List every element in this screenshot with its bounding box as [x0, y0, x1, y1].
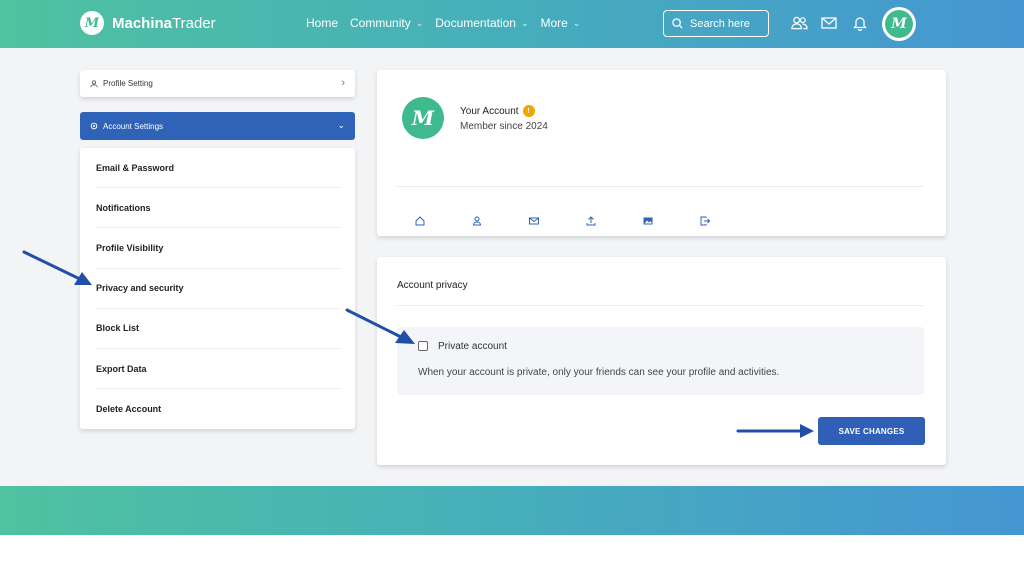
brand-name: MachinaTrader	[112, 14, 216, 32]
account-name: Your Account !	[460, 105, 535, 117]
section-title: Account privacy	[397, 280, 468, 291]
chevron-down-icon: ⌄	[337, 120, 345, 130]
logo-badge-icon: M	[80, 11, 104, 35]
chevron-down-icon: ⌄	[415, 17, 424, 28]
nav-community[interactable]: Community ⌄	[350, 16, 423, 30]
menu-item-export-data[interactable]: Export Data	[96, 349, 341, 390]
logout-icon[interactable]	[700, 216, 710, 226]
alert-badge: !	[522, 105, 535, 117]
private-account-description: When your account is private, only your …	[418, 367, 780, 378]
menu-item-email-password[interactable]: Email & Password	[96, 148, 341, 189]
account-privacy-card: Account privacy Private account When you…	[377, 257, 946, 465]
account-settings-toggle[interactable]: Account Settings ⌄	[80, 112, 355, 140]
menu-item-notifications[interactable]: Notifications	[96, 188, 341, 229]
member-since: Member since 2024	[460, 121, 548, 132]
menu-item-block-list[interactable]: Block List	[96, 309, 341, 349]
search-icon	[672, 18, 683, 29]
user-avatar[interactable]: M	[882, 7, 916, 41]
menu-item-profile-visibility[interactable]: Profile Visibility	[96, 228, 341, 269]
account-logo-icon: M	[402, 97, 444, 139]
profile-setting-label: Profile Setting	[103, 79, 153, 88]
search-input[interactable]: Search here	[663, 10, 769, 37]
annotation-arrow-icon	[736, 424, 814, 438]
users-icon[interactable]	[789, 13, 809, 33]
image-icon[interactable]	[643, 216, 653, 226]
account-settings-menu: Email & Password Notifications Profile V…	[80, 148, 355, 429]
divider	[397, 305, 924, 306]
account-tab-icons	[415, 216, 710, 226]
nav-home[interactable]: Home	[306, 16, 338, 30]
chevron-down-icon: ⌄	[572, 17, 581, 28]
user-icon[interactable]	[472, 216, 482, 226]
brand-logo[interactable]: M MachinaTrader	[80, 11, 216, 35]
upload-icon[interactable]	[586, 216, 596, 226]
footer-band	[0, 486, 1024, 535]
divider	[397, 186, 924, 187]
page-body: Profile Setting › Account Settings ⌄ Ema…	[0, 48, 1024, 486]
mail-icon[interactable]	[819, 13, 839, 33]
annotation-arrow-icon	[22, 250, 92, 285]
menu-item-delete-account[interactable]: Delete Account	[96, 389, 341, 429]
chevron-right-icon: ›	[341, 77, 345, 89]
account-settings-label: Account Settings	[103, 121, 164, 131]
nav-documentation[interactable]: Documentation ⌄	[435, 16, 528, 30]
mail-icon[interactable]	[529, 216, 539, 226]
account-summary-card: M Your Account ! Member since 2024	[377, 70, 946, 236]
bell-icon[interactable]	[850, 13, 870, 33]
menu-item-privacy-security[interactable]: Privacy and security	[96, 269, 341, 309]
save-changes-button[interactable]: SAVE CHANGES	[818, 417, 925, 445]
avatar-logo-icon: M	[885, 10, 913, 38]
private-account-label[interactable]: Private account	[438, 341, 507, 352]
user-icon	[90, 79, 98, 87]
chevron-down-icon: ⌄	[520, 17, 529, 28]
annotation-arrow-icon	[345, 308, 415, 344]
main-nav: Home Community ⌄ Documentation ⌄ More ⌄	[306, 16, 580, 30]
profile-setting-link[interactable]: Profile Setting ›	[80, 70, 355, 97]
top-navbar: M MachinaTrader Home Community ⌄ Document…	[0, 0, 1024, 48]
private-account-option: Private account When your account is pri…	[397, 327, 924, 395]
gear-icon	[90, 122, 98, 130]
nav-more[interactable]: More ⌄	[541, 16, 581, 30]
search-placeholder: Search here	[690, 17, 750, 30]
home-icon[interactable]	[415, 216, 425, 226]
